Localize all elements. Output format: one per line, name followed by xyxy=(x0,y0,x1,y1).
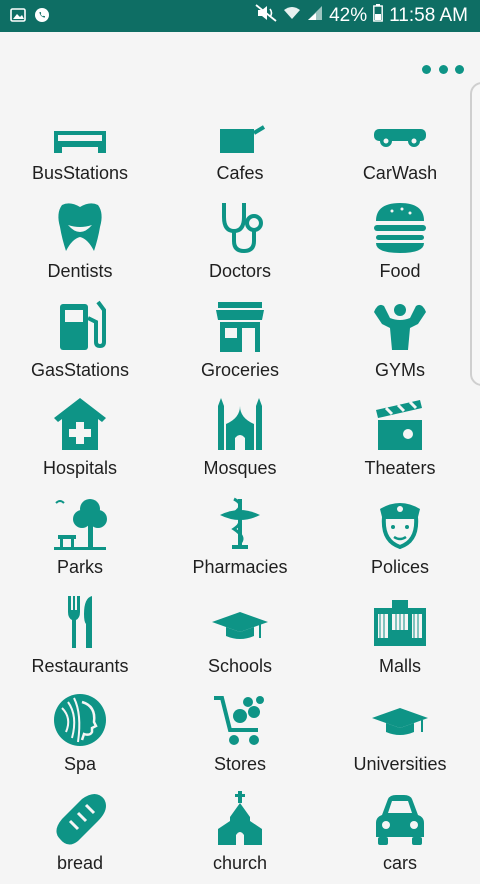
signal-icon xyxy=(307,5,323,27)
category-doctors[interactable]: Doctors xyxy=(160,194,320,293)
category-label: GasStations xyxy=(30,359,130,380)
dot-icon xyxy=(438,64,448,74)
category-label: Dentists xyxy=(47,261,113,282)
battery-percent: 42% xyxy=(329,5,368,26)
stethoscope-icon xyxy=(222,203,263,254)
graduation-cap-icon xyxy=(212,611,268,639)
category-label: Mosques xyxy=(203,458,277,479)
gallery-notification-icon xyxy=(10,7,26,28)
overflow-menu-button[interactable] xyxy=(422,60,464,78)
category-label: Hospitals xyxy=(42,458,118,479)
mosque-icon xyxy=(218,398,262,451)
bodybuilder-icon xyxy=(374,303,426,350)
bread-icon xyxy=(56,793,106,845)
gas-pump-icon xyxy=(60,300,106,350)
category-label: Universities xyxy=(353,754,447,775)
category-label: Groceries xyxy=(200,359,280,380)
clapperboard-icon xyxy=(376,400,422,451)
notification-icons xyxy=(10,7,50,28)
category-label: Theaters xyxy=(364,458,436,479)
category-spa[interactable]: Spa xyxy=(0,687,160,786)
category-restaurants[interactable]: Restaurants xyxy=(0,588,160,687)
bus-icon xyxy=(54,130,106,153)
hospital-icon xyxy=(54,398,106,451)
category-theaters[interactable]: Theaters xyxy=(320,391,480,490)
category-label: Pharmacies xyxy=(192,556,288,577)
tooth-icon xyxy=(58,203,102,252)
category-groceries[interactable]: Groceries xyxy=(160,292,320,391)
category-bread[interactable]: bread xyxy=(0,785,160,884)
category-label: Polices xyxy=(370,556,430,577)
car-wash-icon xyxy=(374,128,426,147)
category-busstations[interactable]: BusStations xyxy=(0,95,160,194)
car-icon xyxy=(376,794,424,845)
category-polices[interactable]: Polices xyxy=(320,489,480,588)
status-bar: 42% 11:58 AM xyxy=(0,0,480,32)
whatsapp-notification-icon xyxy=(34,7,50,28)
coffee-cup-icon xyxy=(220,124,266,153)
category-label: CarWash xyxy=(362,162,438,183)
caduceus-icon xyxy=(220,497,260,549)
category-label: Schools xyxy=(207,655,273,676)
mall-building-icon xyxy=(374,599,426,646)
category-label: Spa xyxy=(63,754,97,775)
dot-icon xyxy=(422,64,431,74)
mute-icon xyxy=(255,4,277,28)
park-tree-icon xyxy=(54,498,107,550)
shop-icon xyxy=(216,301,264,352)
category-label: Restaurants xyxy=(31,655,129,676)
category-gasstations[interactable]: GasStations xyxy=(0,292,160,391)
category-label: Food xyxy=(379,261,421,282)
category-gyms[interactable]: GYMs xyxy=(320,292,480,391)
fork-knife-icon xyxy=(68,595,92,648)
wifi-icon xyxy=(283,5,301,27)
category-universities[interactable]: Universities xyxy=(320,687,480,786)
category-schools[interactable]: Schools xyxy=(160,588,320,687)
category-label: Cafes xyxy=(216,162,264,183)
category-cafes[interactable]: Cafes xyxy=(160,95,320,194)
category-malls[interactable]: Malls xyxy=(320,588,480,687)
church-icon xyxy=(218,790,262,845)
dot-icon xyxy=(455,64,464,74)
category-pharmacies[interactable]: Pharmacies xyxy=(160,489,320,588)
category-label: church xyxy=(212,852,268,873)
category-label: Parks xyxy=(56,556,103,577)
category-label: Stores xyxy=(213,754,267,775)
category-label: BusStations xyxy=(31,162,129,183)
category-label: cars xyxy=(382,852,417,873)
category-label: bread xyxy=(56,852,104,873)
category-grid: BusStations Cafes CarWash Dentists Docto… xyxy=(0,95,480,884)
clock: 11:58 AM xyxy=(389,5,468,26)
battery-icon xyxy=(373,4,384,28)
mortarboard-icon xyxy=(372,708,428,736)
category-cars[interactable]: cars xyxy=(320,785,480,884)
category-carwash[interactable]: CarWash xyxy=(320,95,480,194)
category-label: Doctors xyxy=(208,261,271,282)
police-officer-icon xyxy=(380,502,420,550)
category-label: GYMs xyxy=(374,359,425,380)
category-food[interactable]: Food xyxy=(320,194,480,293)
category-mosques[interactable]: Mosques xyxy=(160,391,320,490)
category-dentists[interactable]: Dentists xyxy=(0,194,160,293)
category-label: Malls xyxy=(378,655,421,676)
category-hospitals[interactable]: Hospitals xyxy=(0,391,160,490)
shopping-cart-icon xyxy=(214,696,264,746)
category-church[interactable]: church xyxy=(160,785,320,884)
burger-icon xyxy=(374,203,426,254)
system-status: 42% 11:58 AM xyxy=(255,0,468,32)
spa-face-icon xyxy=(54,694,106,747)
category-parks[interactable]: Parks xyxy=(0,489,160,588)
category-stores[interactable]: Stores xyxy=(160,687,320,786)
